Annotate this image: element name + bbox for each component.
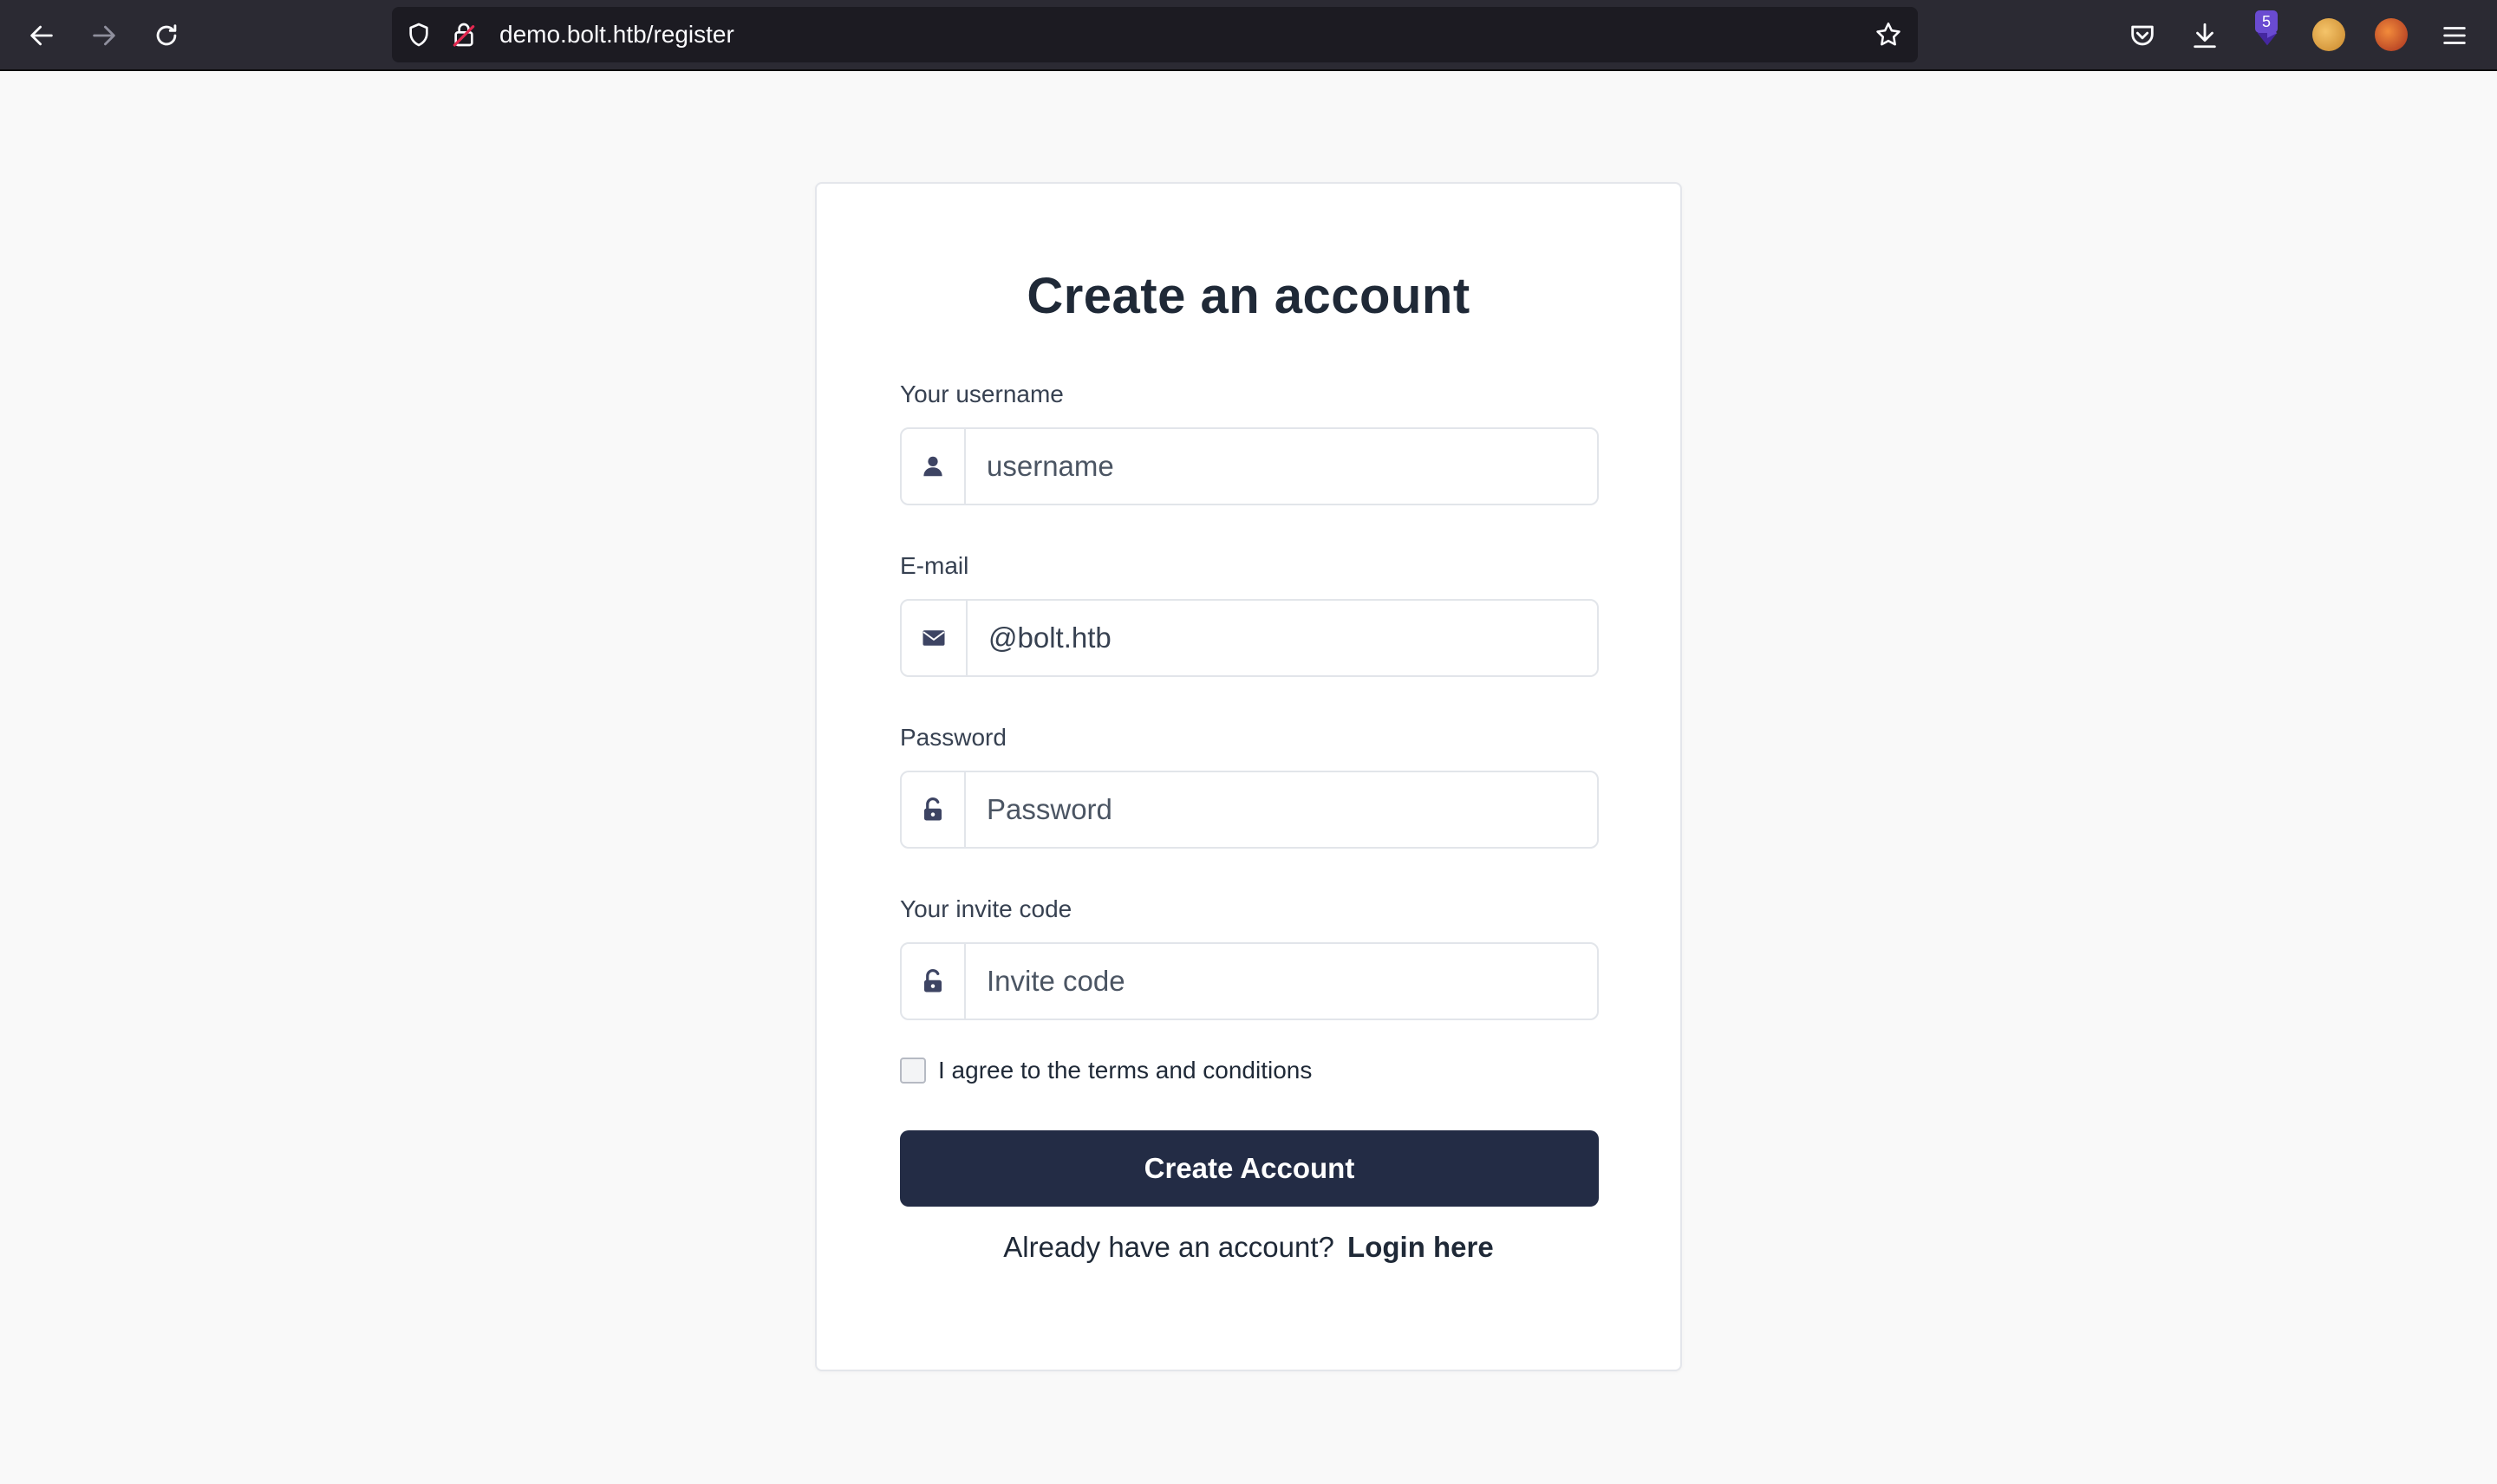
cookie-extension-icon[interactable] <box>2312 18 2345 51</box>
terms-row: I agree to the terms and conditions <box>900 1055 1312 1086</box>
username-input[interactable] <box>966 429 1597 504</box>
download-icon <box>2194 23 2216 49</box>
pocket-button[interactable] <box>2122 15 2163 56</box>
email-label: E-mail <box>900 552 969 579</box>
page-title: Create an account <box>1027 268 1470 324</box>
invite-code-input[interactable] <box>966 944 1597 1019</box>
terms-link[interactable]: terms and conditions <box>1088 1057 1312 1084</box>
password-group <box>900 771 1599 849</box>
browser-toolbar: demo.bolt.htb/register 5 <box>0 0 2497 71</box>
create-account-button[interactable]: Create Account <box>900 1130 1599 1207</box>
invite-code-group <box>900 942 1599 1020</box>
pocket-icon <box>2131 25 2154 46</box>
login-prompt-row: Already have an account? Login here <box>817 1231 1680 1264</box>
envelope-icon <box>902 601 968 675</box>
insecure-lock-icon[interactable] <box>449 20 479 49</box>
hamburger-menu-icon <box>2443 27 2466 44</box>
login-prompt-text: Already have an account? <box>1003 1231 1334 1263</box>
address-bar[interactable]: demo.bolt.htb/register <box>392 7 1918 62</box>
shield-icon[interactable] <box>404 20 434 49</box>
unlock-icon <box>902 944 966 1019</box>
terms-text: I agree to the <box>938 1057 1082 1084</box>
bookmark-star-icon[interactable] <box>1874 20 1903 49</box>
password-label: Password <box>900 724 1007 751</box>
reload-button[interactable] <box>146 15 187 56</box>
terms-checkbox[interactable] <box>900 1058 926 1084</box>
user-icon <box>902 429 966 504</box>
email-input[interactable] <box>968 601 1597 675</box>
forward-button[interactable] <box>83 15 125 56</box>
arrow-left-icon <box>30 25 53 46</box>
menu-button[interactable] <box>2434 15 2475 56</box>
reload-icon <box>156 24 177 46</box>
invite-code-label: Your invite code <box>900 895 1072 922</box>
extension-badge: 5 <box>2255 10 2278 33</box>
downloads-button[interactable] <box>2184 15 2226 56</box>
fox-extension-icon[interactable] <box>2375 18 2408 51</box>
register-card: Create an account Your username E-mail P… <box>815 182 1682 1371</box>
username-group <box>900 427 1599 505</box>
unlock-icon <box>902 772 966 847</box>
email-group <box>900 599 1599 677</box>
username-label: Your username <box>900 381 1064 407</box>
login-link[interactable]: Login here <box>1347 1231 1494 1263</box>
password-input[interactable] <box>966 772 1597 847</box>
arrow-right-icon <box>93 25 115 46</box>
back-button[interactable] <box>21 15 62 56</box>
url-text[interactable]: demo.bolt.htb/register <box>499 7 734 62</box>
